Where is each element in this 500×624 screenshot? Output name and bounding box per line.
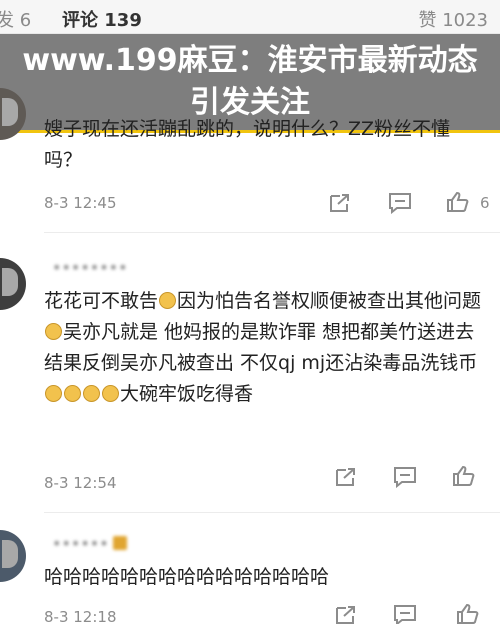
username[interactable]: •••••••• xyxy=(52,258,128,277)
username[interactable]: •••••• xyxy=(52,534,127,553)
comment-text-part: 吴亦凡就是 他妈报的是欺诈罪 想把都美竹送进去 结果反倒吴亦凡被查出 不仅qj … xyxy=(44,321,478,374)
share-icon xyxy=(336,468,355,486)
username-text: •••••• xyxy=(52,534,109,553)
like-button[interactable] xyxy=(452,465,478,487)
like-count: 6 xyxy=(480,194,490,212)
thumbs-up-icon xyxy=(447,191,469,212)
comment-tab-bar: 发 6 评论 139 赞 1023 xyxy=(0,0,500,34)
comment-icon xyxy=(394,467,416,489)
comment-icon xyxy=(394,605,416,624)
share-button[interactable] xyxy=(334,604,360,624)
reply-button[interactable] xyxy=(393,604,419,624)
tab-comments[interactable]: 评论 139 xyxy=(62,6,142,32)
divider xyxy=(44,232,500,233)
share-button[interactable] xyxy=(328,192,354,214)
share-button[interactable] xyxy=(334,466,360,488)
like-button[interactable] xyxy=(446,191,472,213)
comment-text: 嫂子现在还活蹦乱跳的，说明什么？ZZ粉丝不懂吗？ xyxy=(44,118,451,171)
doge-emoji xyxy=(64,385,81,402)
comment-text-part: 花花可不敢告 xyxy=(44,290,159,312)
like-button[interactable] xyxy=(456,603,482,624)
share-icon xyxy=(336,606,355,624)
reply-button[interactable] xyxy=(388,192,414,215)
share-icon xyxy=(330,194,349,212)
headline-text: www.199麻豆：淮安市最新动态引发关注 xyxy=(22,43,478,120)
avatar[interactable] xyxy=(0,530,26,582)
comment-time: 8-3 12:45 xyxy=(44,194,117,212)
doge-emoji xyxy=(45,385,62,402)
comment-icon xyxy=(389,193,411,215)
doge-emoji xyxy=(45,323,62,340)
doge-emoji xyxy=(83,385,100,402)
avatar[interactable] xyxy=(0,258,26,310)
vip-badge-icon xyxy=(112,536,127,550)
thumbs-up-icon xyxy=(457,603,479,624)
tab-forward[interactable]: 发 6 xyxy=(0,6,31,32)
comment-text: 哈哈哈哈哈哈哈哈哈哈哈哈哈哈哈 xyxy=(44,566,330,588)
comment-text-part: 大碗牢饭吃得香 xyxy=(120,383,254,405)
comment-time: 8-3 12:18 xyxy=(44,608,117,624)
reply-button[interactable] xyxy=(393,466,419,489)
comment-text-part: 因为怕告名誉权顺便被查出其他问题 xyxy=(177,290,482,312)
doge-emoji xyxy=(159,292,177,309)
thumbs-up-icon xyxy=(453,465,475,486)
comment-time: 8-3 12:54 xyxy=(44,474,117,492)
tab-likes[interactable]: 赞 1023 xyxy=(418,6,488,32)
divider xyxy=(44,512,500,513)
comment-text: 花花可不敢告 因为怕告名誉权顺便被查出其他问题吴亦凡就是 他妈报的是欺诈罪 想把都… xyxy=(44,286,484,410)
doge-emoji xyxy=(102,385,119,402)
